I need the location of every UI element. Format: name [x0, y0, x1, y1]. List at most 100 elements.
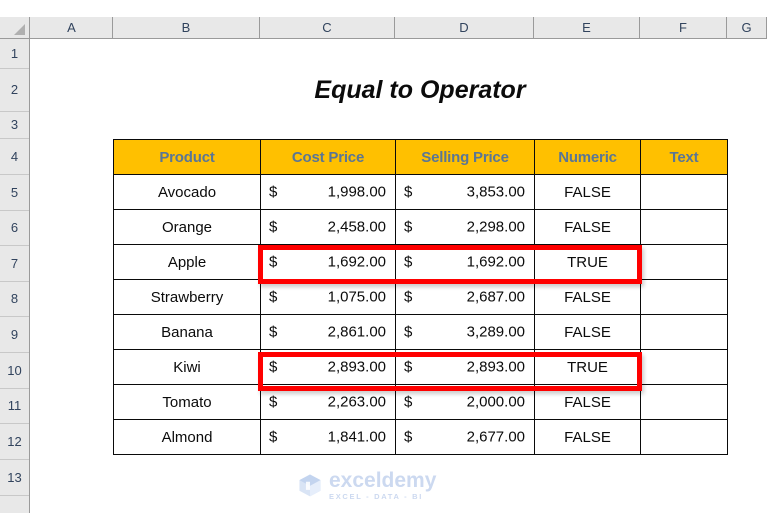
- cell-cost-price-amount: 1,075.00: [327, 288, 386, 306]
- row-header-7[interactable]: 7: [0, 246, 29, 282]
- cell-cost-price-currency: $: [269, 183, 278, 201]
- cell-selling-price[interactable]: $2,677.00: [395, 419, 535, 455]
- cell-cost-price-currency: $: [269, 393, 278, 411]
- column-header-product: Product: [113, 139, 261, 175]
- cell-product[interactable]: Tomato: [113, 384, 261, 420]
- column-header-bar: ABCDEFG: [0, 17, 767, 39]
- cell-cost-price-currency: $: [269, 358, 278, 376]
- cell-selling-price-currency: $: [404, 288, 413, 306]
- cell-text-result[interactable]: [640, 314, 728, 350]
- cell-product[interactable]: Almond: [113, 419, 261, 455]
- cell-selling-price[interactable]: $2,000.00: [395, 384, 535, 420]
- cell-cost-price-amount: 2,893.00: [327, 358, 386, 376]
- table-row: Apple $1,692.00 $1,692.00 TRUE: [113, 244, 728, 280]
- select-all-button[interactable]: [0, 17, 30, 38]
- cell-cost-price[interactable]: $1,841.00: [260, 419, 396, 455]
- table-row: Tomato $2,263.00 $2,000.00 FALSE: [113, 384, 728, 420]
- cell-numeric-result[interactable]: FALSE: [534, 174, 641, 210]
- cell-cost-price-amount: 1,998.00: [327, 183, 386, 201]
- cell-cost-price-currency: $: [269, 218, 278, 236]
- cell-selling-price[interactable]: $2,298.00: [395, 209, 535, 245]
- cell-cost-price-currency: $: [269, 288, 278, 306]
- cell-selling-price-amount: 2,687.00: [466, 288, 525, 306]
- row-header-2[interactable]: 2: [0, 69, 29, 112]
- watermark-text-wrap: exceldemy EXCEL - DATA - BI: [329, 470, 436, 501]
- row-header-8[interactable]: 8: [0, 282, 29, 317]
- column-header-text: Text: [640, 139, 728, 175]
- cell-text-result[interactable]: [640, 209, 728, 245]
- column-header-f[interactable]: F: [640, 17, 727, 38]
- cell-selling-price-amount: 3,289.00: [466, 323, 525, 341]
- cell-selling-price-currency: $: [404, 218, 413, 236]
- exceldemy-watermark: exceldemy EXCEL - DATA - BI: [297, 466, 477, 504]
- cell-selling-price-amount: 1,692.00: [466, 253, 525, 271]
- cell-selling-price[interactable]: $2,893.00: [395, 349, 535, 385]
- cell-product[interactable]: Kiwi: [113, 349, 261, 385]
- cell-text-result[interactable]: [640, 349, 728, 385]
- cell-numeric-result[interactable]: FALSE: [534, 209, 641, 245]
- column-header-d[interactable]: D: [395, 17, 534, 38]
- cell-cost-price[interactable]: $2,861.00: [260, 314, 396, 350]
- table-row: Almond $1,841.00 $2,677.00 FALSE: [113, 419, 728, 455]
- cell-cost-price-amount: 2,458.00: [327, 218, 386, 236]
- column-header-b[interactable]: B: [113, 17, 260, 38]
- cell-text-result[interactable]: [640, 384, 728, 420]
- row-header-12[interactable]: 12: [0, 424, 29, 460]
- column-header-g[interactable]: G: [727, 17, 767, 38]
- cell-selling-price-currency: $: [404, 393, 413, 411]
- row-header-10[interactable]: 10: [0, 353, 29, 389]
- cell-selling-price[interactable]: $3,853.00: [395, 174, 535, 210]
- row-header-9[interactable]: 9: [0, 317, 29, 353]
- watermark-name: exceldemy: [329, 468, 437, 492]
- cell-cost-price[interactable]: $2,263.00: [260, 384, 396, 420]
- cell-cost-price-amount: 1,841.00: [327, 428, 386, 446]
- row-header-11[interactable]: 11: [0, 389, 29, 424]
- data-table: Product Cost Price Selling Price Numeric…: [113, 139, 728, 455]
- cell-cost-price-currency: $: [269, 323, 278, 341]
- cell-numeric-result[interactable]: FALSE: [534, 314, 641, 350]
- cell-product[interactable]: Banana: [113, 314, 261, 350]
- cell-numeric-result[interactable]: TRUE: [534, 349, 641, 385]
- cell-text-result[interactable]: [640, 279, 728, 315]
- cell-cost-price[interactable]: $1,998.00: [260, 174, 396, 210]
- cell-product[interactable]: Apple: [113, 244, 261, 280]
- cell-cost-price[interactable]: $1,692.00: [260, 244, 396, 280]
- cell-numeric-result[interactable]: FALSE: [534, 384, 641, 420]
- row-header-4[interactable]: 4: [0, 139, 29, 175]
- cell-product[interactable]: Orange: [113, 209, 261, 245]
- cell-selling-price[interactable]: $1,692.00: [395, 244, 535, 280]
- row-header-3[interactable]: 3: [0, 112, 29, 139]
- cell-cost-price[interactable]: $2,893.00: [260, 349, 396, 385]
- column-header-a[interactable]: A: [31, 17, 113, 38]
- row-header-5[interactable]: 5: [0, 175, 29, 211]
- cell-selling-price-amount: 2,298.00: [466, 218, 525, 236]
- cell-product[interactable]: Avocado: [113, 174, 261, 210]
- cell-selling-price-amount: 2,893.00: [466, 358, 525, 376]
- column-header-e[interactable]: E: [534, 17, 640, 38]
- cell-cost-price[interactable]: $1,075.00: [260, 279, 396, 315]
- cell-numeric-result[interactable]: FALSE: [534, 279, 641, 315]
- table-row: Strawberry $1,075.00 $2,687.00 FALSE: [113, 279, 728, 315]
- cell-selling-price-currency: $: [404, 428, 413, 446]
- watermark-tagline: EXCEL - DATA - BI: [329, 491, 424, 501]
- cell-text-result[interactable]: [640, 419, 728, 455]
- cell-cost-price[interactable]: $2,458.00: [260, 209, 396, 245]
- cell-text-result[interactable]: [640, 244, 728, 280]
- exceldemy-logo-icon: [299, 474, 321, 497]
- cell-numeric-result[interactable]: TRUE: [534, 244, 641, 280]
- row-header-6[interactable]: 6: [0, 211, 29, 246]
- cell-cost-price-currency: $: [269, 253, 278, 271]
- spreadsheet-canvas: ABCDEFG 1 2 3 4 5 6 7 8 9 10 11 12 13 Equal to Opera…: [0, 0, 767, 513]
- cell-numeric-result[interactable]: FALSE: [534, 419, 641, 455]
- row-header-1[interactable]: 1: [0, 39, 29, 69]
- table-row: Orange $2,458.00 $2,298.00 FALSE: [113, 209, 728, 245]
- cell-selling-price[interactable]: $3,289.00: [395, 314, 535, 350]
- row-header-13[interactable]: 13: [0, 460, 29, 496]
- column-header-c[interactable]: C: [260, 17, 395, 38]
- cell-selling-price[interactable]: $2,687.00: [395, 279, 535, 315]
- cell-selling-price-currency: $: [404, 183, 413, 201]
- cell-product[interactable]: Strawberry: [113, 279, 261, 315]
- cell-selling-price-currency: $: [404, 253, 413, 271]
- cell-text-result[interactable]: [640, 174, 728, 210]
- page-title: Equal to Operator: [314, 76, 526, 104]
